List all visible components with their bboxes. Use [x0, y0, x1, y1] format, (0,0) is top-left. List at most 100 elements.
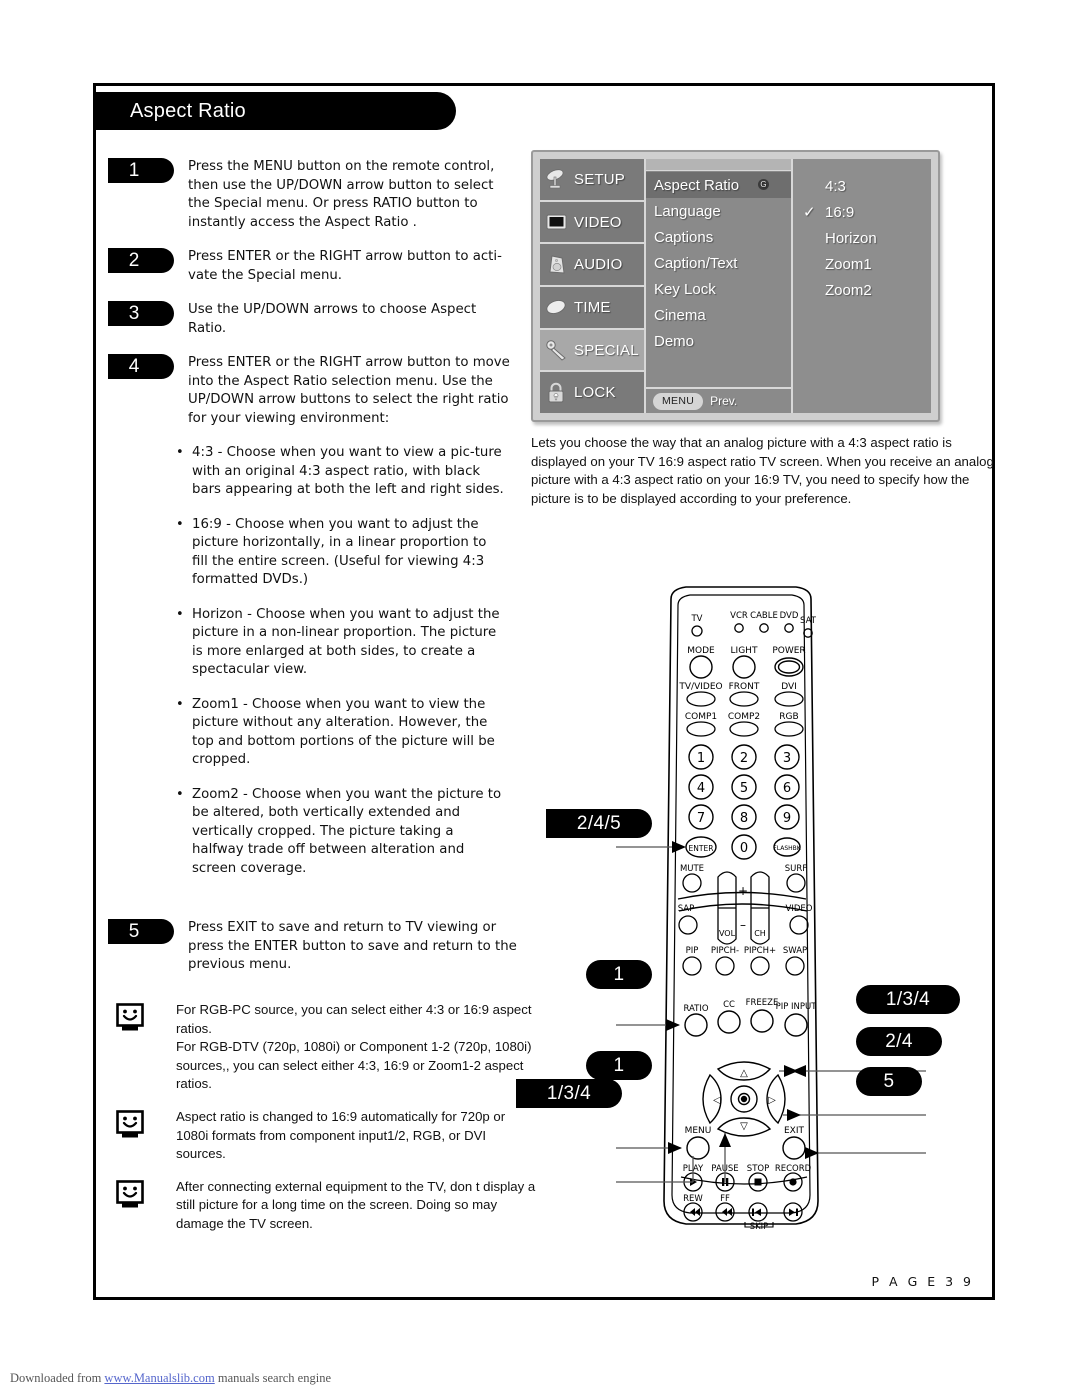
osd-category-column: SETUP VIDEO AUDIO TIME SPECIAL LOCK	[540, 159, 646, 413]
osd-option-zoom1[interactable]: Zoom1	[793, 251, 931, 277]
padlock-icon	[545, 382, 569, 404]
step-number-badge: 1	[108, 158, 174, 183]
svg-text:2: 2	[740, 751, 748, 766]
svg-text:MUTE: MUTE	[680, 864, 704, 874]
osd-menu-item-label: Demo	[654, 332, 695, 350]
svg-text:PIP INPUT: PIP INPUT	[776, 1002, 818, 1012]
svg-text:COMP2: COMP2	[728, 712, 760, 722]
osd-menu-button[interactable]: MENU	[653, 392, 704, 410]
svg-text:+: +	[738, 884, 748, 898]
osd-category-label: TIME	[574, 298, 611, 316]
osd-option-zoom2[interactable]: Zoom2	[793, 277, 931, 303]
svg-text:MODE: MODE	[687, 646, 715, 656]
osd-category-audio[interactable]: AUDIO	[540, 244, 644, 288]
download-footer: Downloaded from www.Manualslib.com manua…	[10, 1371, 331, 1386]
osd-option-label: Zoom1	[825, 255, 872, 273]
osd-option-horizon[interactable]: Horizon	[793, 225, 931, 251]
svg-text:FREEZE: FREEZE	[746, 998, 779, 1008]
step-number-badge: 2	[108, 248, 174, 273]
note-text: After connecting external equipment to t…	[176, 1178, 536, 1231]
manualslib-link[interactable]: www.Manualslib.com	[104, 1371, 214, 1385]
step-item: 5 Press EXIT to save and return to TV vi…	[108, 919, 518, 975]
osd-menu-item-captions[interactable]: Captions	[646, 224, 791, 250]
svg-text:0: 0	[740, 841, 748, 856]
steps-list: 1 Press the MENU button on the remote co…	[108, 158, 518, 442]
osd-category-label: VIDEO	[574, 213, 622, 231]
svg-text:CC: CC	[723, 1000, 735, 1010]
page-title: Aspect Ratio	[130, 99, 246, 122]
osd-category-label: AUDIO	[574, 256, 623, 274]
step-number-badge: 5	[108, 919, 174, 944]
osd-option-label: 4:3	[825, 177, 846, 195]
step-item: 1 Press the MENU button on the remote co…	[108, 158, 518, 232]
step-number-badge: 4	[108, 354, 174, 379]
osd-menu-item-demo[interactable]: Demo	[646, 328, 791, 354]
tv-osd-menu: SETUP VIDEO AUDIO TIME SPECIAL LOCK Aspe…	[531, 150, 940, 422]
page-frame: Aspect Ratio 1 Press the MENU button on …	[93, 83, 995, 1300]
osd-menu-item-label: Aspect Ratio	[654, 176, 740, 194]
svg-text:FLASHBK: FLASHBK	[773, 845, 801, 852]
osd-category-lock[interactable]: LOCK	[540, 372, 644, 413]
osd-option-label: 16:9	[825, 203, 855, 221]
svg-text:SURF: SURF	[785, 864, 808, 874]
osd-menu-item-key-lock[interactable]: Key Lock	[646, 276, 791, 302]
svg-text:▽: ▽	[740, 1121, 748, 1132]
osd-category-label: SETUP	[574, 170, 626, 188]
note-text: Aspect ratio is changed to 16:9 automati…	[176, 1108, 506, 1162]
osd-special-submenu: Aspect Ratio G Language Captions Caption…	[646, 159, 793, 413]
osd-category-special[interactable]: SPECIAL	[540, 329, 644, 373]
callout-24-right: 2/4	[856, 1027, 942, 1056]
guide-badge-icon: G	[758, 179, 769, 190]
svg-text:SWAP: SWAP	[783, 946, 807, 956]
osd-menu-item-language[interactable]: Language	[646, 198, 791, 224]
osd-category-label: SPECIAL	[574, 341, 639, 359]
svg-text:EXIT: EXIT	[784, 1126, 805, 1136]
step-number-badge: 3	[108, 301, 174, 326]
list-item: 4:3 - Choose when you want to view a pic…	[176, 444, 506, 500]
svg-text:△: △	[740, 1068, 748, 1079]
osd-menu-item-label: Language	[654, 202, 721, 220]
svg-text:PIPCH+: PIPCH+	[744, 946, 776, 956]
svg-text:▷: ▷	[768, 1095, 776, 1106]
step-item: 2 Press ENTER or the RIGHT arrow button …	[108, 248, 518, 285]
satellite-dish-icon	[545, 168, 569, 190]
list-item: Zoom2 - Choose when you want the picture…	[176, 786, 506, 879]
osd-menu-item-cinema[interactable]: Cinema	[646, 302, 791, 328]
note-item: For RGB-PC source, you can select either…	[116, 1001, 536, 1094]
osd-option-label: Horizon	[825, 229, 877, 247]
osd-category-time[interactable]: TIME	[540, 287, 644, 330]
osd-option-4-3[interactable]: 4:3	[793, 173, 931, 199]
osd-menu-item-aspect-ratio[interactable]: Aspect Ratio G	[646, 172, 791, 198]
svg-text:5: 5	[740, 781, 748, 796]
callout-ratio-1: 1	[586, 960, 652, 989]
svg-text:SAP: SAP	[678, 904, 695, 914]
option-check-icon: ✓	[803, 204, 816, 221]
step-text: Press EXIT to save and return to TV view…	[188, 920, 517, 972]
osd-category-setup[interactable]: SETUP	[540, 159, 644, 202]
list-item: 16:9 - Choose when you want to adjust th…	[176, 516, 506, 590]
page-number: P A G E 3 9	[871, 1274, 974, 1289]
osd-category-video[interactable]: VIDEO	[540, 202, 644, 245]
clock-disc-icon	[545, 296, 569, 318]
osd-menu-item-label: Cinema	[654, 306, 706, 324]
osd-submenu-topbar	[646, 159, 791, 171]
osd-menu-item-label: Caption/Text	[654, 254, 738, 272]
osd-category-label: LOCK	[574, 384, 616, 402]
step-text: Press the MENU button on the remote cont…	[188, 159, 495, 230]
svg-text:RATIO: RATIO	[683, 1004, 708, 1014]
svg-text:–: –	[740, 918, 746, 932]
osd-menu-item-caption-text[interactable]: Caption/Text	[646, 250, 791, 276]
osd-option-16-9[interactable]: ✓ 16:9	[793, 199, 931, 225]
osd-menu-item-label: Key Lock	[654, 280, 716, 298]
svg-text:DVI: DVI	[781, 682, 797, 692]
svg-text:PIP: PIP	[686, 946, 699, 956]
svg-text:9: 9	[783, 811, 791, 826]
svg-text:TV: TV	[690, 614, 702, 624]
svg-text:DVD: DVD	[780, 611, 799, 621]
aspect-ratio-description: Lets you choose the way that an analog p…	[531, 435, 994, 506]
osd-menu-item-label: Captions	[654, 228, 714, 246]
notes-list: For RGB-PC source, you can select either…	[116, 1001, 536, 1248]
svg-text:LIGHT: LIGHT	[731, 646, 758, 656]
osd-prev-label: Prev.	[710, 394, 738, 408]
step-text: Use the UP/DOWN arrows to choose Aspect …	[188, 302, 477, 336]
